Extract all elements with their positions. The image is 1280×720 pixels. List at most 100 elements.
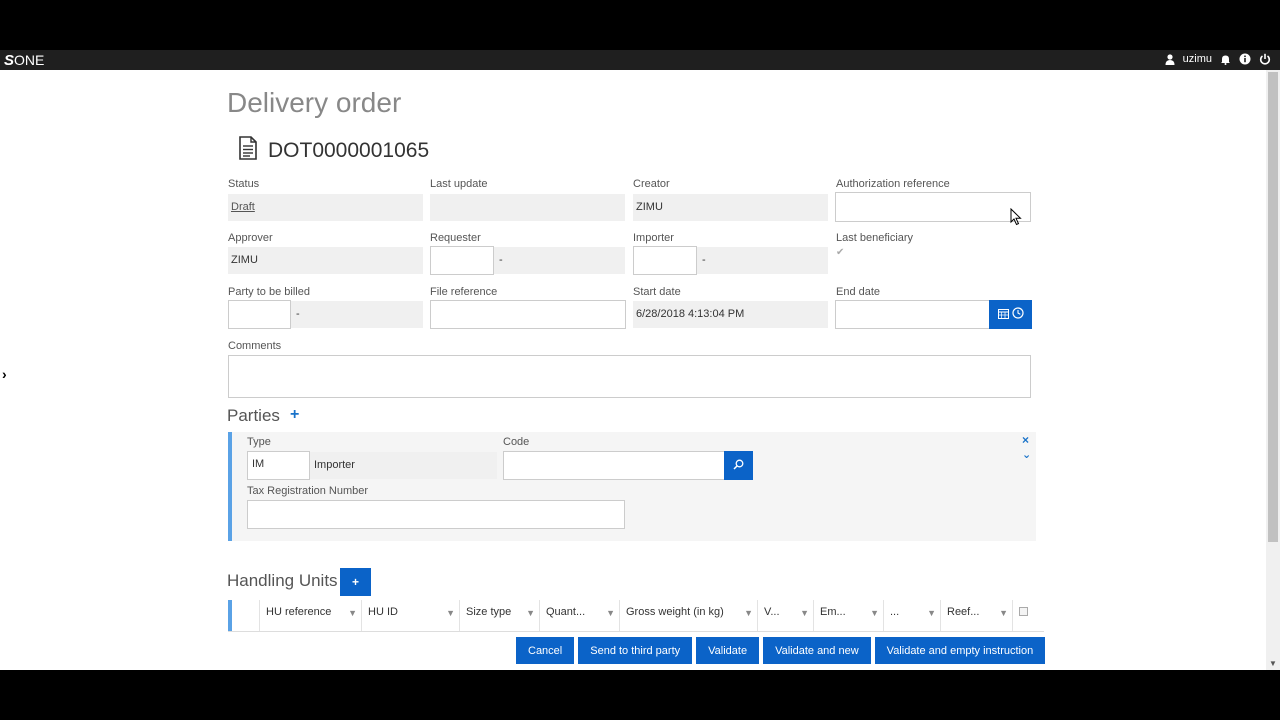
last-update-field [430,194,625,221]
tax-registration-input[interactable] [247,500,625,529]
filter-icon[interactable]: ▼ [999,606,1008,620]
handling-units-section-title: Handling Units [227,571,338,590]
validate-button[interactable]: Validate [696,637,760,664]
page-title: Delivery order [227,87,402,118]
validate-and-new-button[interactable]: Validate and new [763,637,871,664]
top-bar-user-area: uzimu [1163,52,1272,66]
calendar-icon [997,308,1009,322]
importer-label: Importer [633,232,674,244]
tax-registration-label: Tax Registration Number [247,485,369,497]
creator-field: ZIMU [633,194,828,221]
party-type-name: Importer [314,459,355,471]
status-label: Status [228,178,260,190]
sidebar-expand-icon[interactable]: › [2,366,7,382]
mouse-pointer-icon [1010,207,1022,231]
authorization-reference-label: Authorization reference [836,178,950,190]
filter-icon[interactable]: ▼ [606,606,615,620]
filter-icon[interactable]: ▼ [800,606,809,620]
bell-icon[interactable] [1218,52,1232,66]
last-beneficiary-label: Last beneficiary [836,232,914,244]
info-icon[interactable] [1238,52,1252,66]
party-code-label: Code [503,436,530,448]
logo-s-mark: S [4,51,14,69]
file-reference-input[interactable] [430,300,626,329]
select-all-checkbox[interactable] [1019,607,1028,616]
select-all-checkbox-column [1013,600,1044,631]
document-header: DOT0000001065 [238,136,429,165]
search-icon [733,459,744,473]
logo-text: ONE [14,52,45,68]
creator-label: Creator [633,178,670,190]
collapse-party-icon[interactable]: ⌄ [1022,448,1031,461]
handling-units-table-header: HU reference ▼ HU ID ▼ Size type ▼ Quant… [228,600,1044,632]
column-header-label: Gross weight (in kg) [626,606,724,618]
footer-action-bar: Cancel Send to third party Validate Vali… [516,637,1046,664]
comments-label: Comments [228,340,282,352]
approver-label: Approver [228,232,273,244]
importer-code-input[interactable] [633,246,697,275]
filter-icon[interactable]: ▼ [446,606,455,620]
requester-code-input[interactable] [430,246,494,275]
power-icon[interactable] [1258,52,1272,66]
status-field: Draft [228,194,423,221]
main-content: › Delivery order DOT0000001065 Status Dr… [0,70,1280,670]
requester-name: - [499,254,503,266]
validate-and-empty-instruction-button[interactable]: Validate and empty instruction [874,637,1046,664]
end-date-input[interactable] [835,300,990,329]
last-beneficiary-checkbox[interactable]: ✔ [836,247,844,258]
scrollbar-thumb[interactable] [1268,72,1278,542]
vertical-scrollbar[interactable]: ▼ [1266,70,1280,670]
filter-icon[interactable]: ▼ [927,606,936,620]
cancel-button[interactable]: Cancel [516,637,575,664]
clock-icon [1011,307,1024,322]
document-number: DOT0000001065 [268,138,430,162]
column-header-label: Size type [466,606,512,618]
user-icon [1163,52,1177,66]
party-type-label: Type [247,436,271,448]
column-header-hu-id[interactable]: HU ID ▼ [362,600,460,631]
status-value[interactable]: Draft [231,201,255,213]
date-time-picker-button[interactable] [989,300,1032,329]
party-code-input[interactable] [503,451,725,480]
add-party-button[interactable]: + [290,406,299,424]
column-header-label: Quant... [546,606,586,618]
column-header-more[interactable]: ... ▼ [884,600,941,631]
column-header-hu-reference[interactable]: HU reference ▼ [260,600,362,631]
document-icon [238,136,258,165]
column-header-label: HU ID [368,606,398,618]
send-to-third-party-button[interactable]: Send to third party [578,637,693,664]
row-select-column [232,600,260,631]
column-header-label: V... [764,606,780,618]
remove-party-icon[interactable]: × [1022,433,1029,447]
party-code-search-button[interactable] [724,451,753,480]
filter-icon[interactable]: ▼ [870,606,879,620]
end-date-label: End date [836,286,881,298]
comments-textarea[interactable] [228,355,1031,398]
party-to-be-billed-code-input[interactable] [228,300,291,329]
file-reference-label: File reference [430,286,498,298]
party-to-be-billed-name: - [296,308,300,320]
parties-section-title: Parties [227,406,280,425]
party-card: Type Importer IM Code Tax Registration N… [228,432,1036,541]
column-header-v[interactable]: V... ▼ [758,600,814,631]
column-header-label: Em... [820,606,846,618]
add-handling-unit-button[interactable]: + [340,568,371,596]
filter-icon[interactable]: ▼ [744,606,753,620]
scroll-down-arrow-icon[interactable]: ▼ [1266,658,1280,670]
filter-icon[interactable]: ▼ [526,606,535,620]
top-bar: S ONE uzimu [0,50,1280,70]
column-header-em[interactable]: Em... ▼ [814,600,884,631]
column-header-label: HU reference [266,606,332,618]
approver-field: ZIMU [228,247,423,274]
app-logo[interactable]: S ONE [4,51,44,69]
column-header-label: Reef... [947,606,980,618]
username-label[interactable]: uzimu [1183,53,1212,65]
authorization-reference-input[interactable] [835,192,1031,222]
party-to-be-billed-label: Party to be billed [228,286,310,298]
column-header-reefer[interactable]: Reef... ▼ [941,600,1013,631]
filter-icon[interactable]: ▼ [348,606,357,620]
column-header-size-type[interactable]: Size type ▼ [460,600,540,631]
column-header-gross-weight[interactable]: Gross weight (in kg) ▼ [620,600,758,631]
party-type-code-input[interactable]: IM [247,451,310,480]
column-header-quantity[interactable]: Quant... ▼ [540,600,620,631]
